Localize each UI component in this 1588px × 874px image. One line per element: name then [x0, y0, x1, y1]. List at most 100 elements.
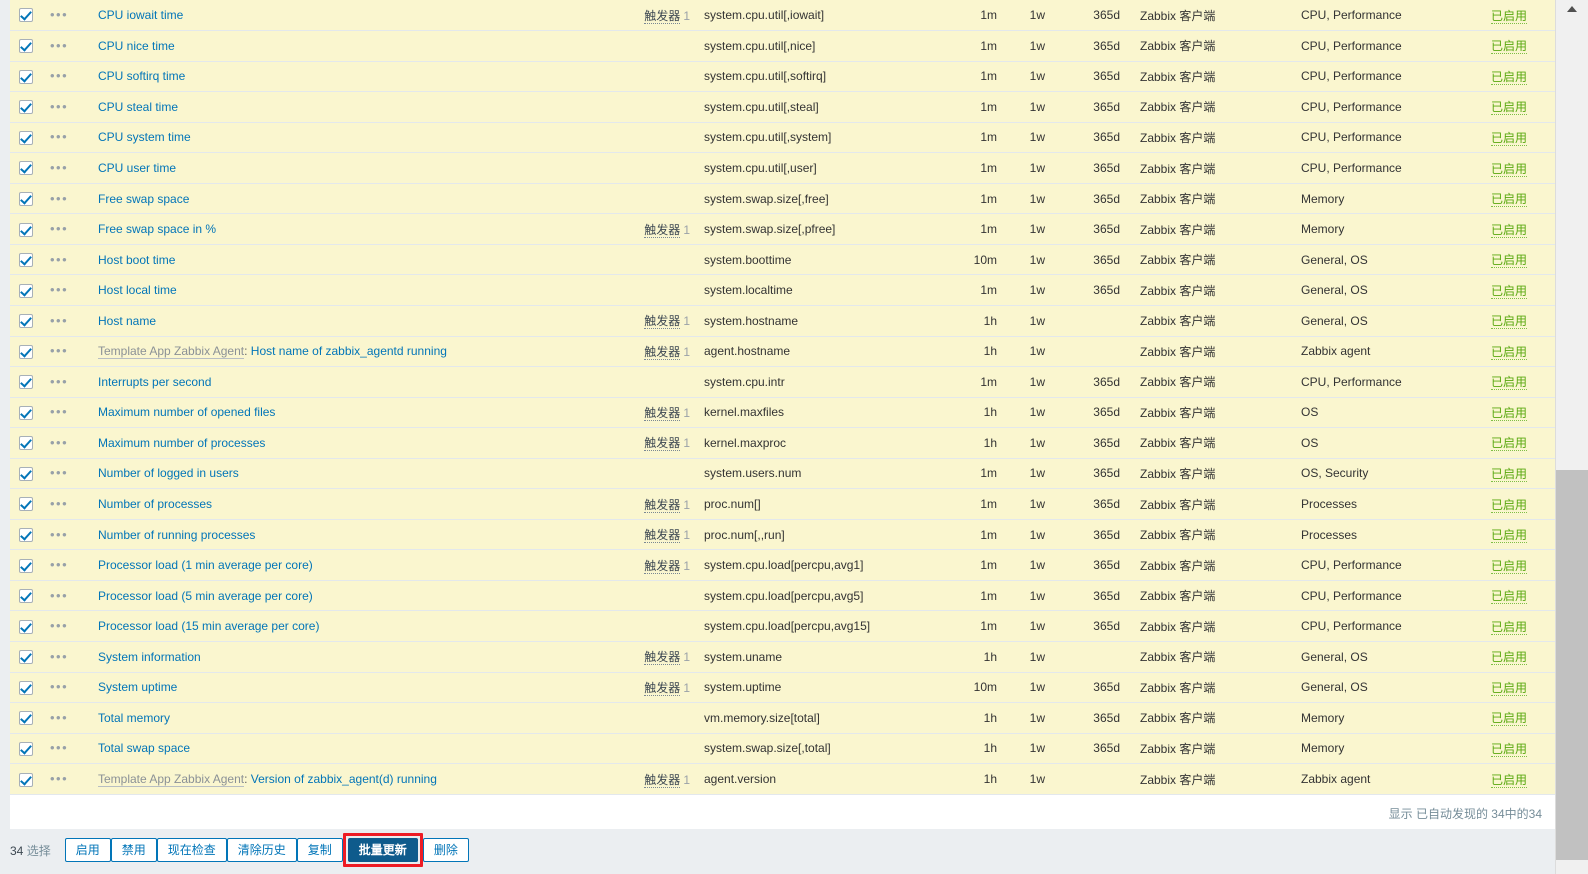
row-context-menu-icon[interactable]: •••: [50, 650, 68, 663]
item-name-link[interactable]: Interrupts per second: [98, 375, 211, 389]
triggers-link[interactable]: 触发器: [644, 772, 681, 788]
table-row[interactable]: ••• Host boot time system.boottime 10m 1w 365…: [10, 243, 1588, 275]
row-context-menu-icon[interactable]: •••: [50, 619, 68, 632]
row-checkbox[interactable]: [19, 314, 33, 329]
table-row[interactable]: ••• Template App Zabbix Agent: Version of…: [10, 763, 1588, 795]
row-checkbox[interactable]: [19, 253, 33, 268]
triggers-link[interactable]: 触发器: [644, 650, 681, 666]
row-checkbox[interactable]: [19, 69, 33, 84]
page-scrollbar[interactable]: [1555, 0, 1588, 874]
status-badge[interactable]: 已启用: [1491, 405, 1528, 421]
triggers-link[interactable]: 触发器: [644, 222, 681, 238]
triggers-link[interactable]: 触发器: [644, 8, 681, 24]
row-checkbox[interactable]: [19, 161, 33, 176]
item-name-link[interactable]: Maximum number of processes: [98, 436, 265, 450]
item-name-link[interactable]: Version of zabbix_agent(d) running: [251, 772, 437, 786]
status-badge[interactable]: 已启用: [1491, 680, 1528, 696]
item-name-link[interactable]: Host name: [98, 314, 156, 328]
status-badge[interactable]: 已启用: [1491, 161, 1528, 177]
status-badge[interactable]: 已启用: [1491, 39, 1528, 55]
item-name-link[interactable]: CPU iowait time: [98, 8, 183, 22]
bulk-button-4[interactable]: 复制: [296, 838, 343, 862]
row-context-menu-icon[interactable]: •••: [50, 528, 68, 541]
row-context-menu-icon[interactable]: •••: [50, 405, 68, 418]
row-checkbox[interactable]: [19, 8, 33, 23]
bulk-button-2[interactable]: 现在检查: [156, 838, 227, 862]
row-context-menu-icon[interactable]: •••: [50, 253, 68, 266]
status-badge[interactable]: 已启用: [1491, 711, 1528, 727]
bulk-button-1[interactable]: 禁用: [110, 838, 157, 862]
row-context-menu-icon[interactable]: •••: [50, 161, 68, 174]
row-context-menu-icon[interactable]: •••: [50, 314, 68, 327]
table-row[interactable]: ••• Free swap space in % 触发器 1 system.swap.s…: [10, 213, 1588, 245]
status-badge[interactable]: 已启用: [1491, 192, 1528, 208]
table-row[interactable]: ••• CPU softirq time system.cpu.util[,soft…: [10, 60, 1588, 92]
row-checkbox[interactable]: [19, 100, 33, 115]
item-name-link[interactable]: Maximum number of opened files: [98, 405, 275, 419]
item-name-link[interactable]: CPU system time: [98, 130, 191, 144]
triggers-link[interactable]: 触发器: [644, 680, 681, 696]
row-context-menu-icon[interactable]: •••: [50, 222, 68, 235]
item-name-link[interactable]: Host local time: [98, 283, 177, 297]
status-badge[interactable]: 已启用: [1491, 589, 1528, 605]
status-badge[interactable]: 已启用: [1491, 222, 1528, 238]
row-checkbox[interactable]: [19, 650, 33, 665]
row-context-menu-icon[interactable]: •••: [50, 100, 68, 113]
status-badge[interactable]: 已启用: [1491, 436, 1528, 452]
row-context-menu-icon[interactable]: •••: [50, 69, 68, 82]
triggers-link[interactable]: 触发器: [644, 344, 681, 360]
item-name-link[interactable]: System uptime: [98, 680, 177, 694]
row-context-menu-icon[interactable]: •••: [50, 8, 68, 21]
item-name-link[interactable]: Number of processes: [98, 497, 212, 511]
row-context-menu-icon[interactable]: •••: [50, 192, 68, 205]
row-context-menu-icon[interactable]: •••: [50, 375, 68, 388]
item-name-link[interactable]: System information: [98, 650, 201, 664]
row-checkbox[interactable]: [19, 711, 33, 726]
row-checkbox[interactable]: [19, 558, 33, 573]
bulk-button-6[interactable]: 删除: [422, 838, 469, 862]
row-context-menu-icon[interactable]: •••: [50, 130, 68, 143]
row-checkbox[interactable]: [19, 589, 33, 604]
bulk-button-5[interactable]: 批量更新: [347, 838, 418, 862]
item-name-link[interactable]: Processor load (5 min average per core): [98, 589, 313, 603]
triggers-link[interactable]: 触发器: [644, 497, 681, 513]
item-name-link[interactable]: Total swap space: [98, 741, 190, 755]
row-checkbox[interactable]: [19, 436, 33, 451]
template-link[interactable]: Template App Zabbix Agent: [98, 344, 245, 360]
item-name-link[interactable]: Free swap space in %: [98, 222, 216, 236]
item-name-link[interactable]: Number of running processes: [98, 528, 255, 542]
status-badge[interactable]: 已启用: [1491, 741, 1528, 757]
item-name-link[interactable]: CPU nice time: [98, 39, 175, 53]
status-badge[interactable]: 已启用: [1491, 466, 1528, 482]
row-context-menu-icon[interactable]: •••: [50, 466, 68, 479]
item-name-link[interactable]: CPU steal time: [98, 100, 178, 114]
table-row[interactable]: ••• CPU user time system.cpu.util[,user] 1m…: [10, 152, 1588, 184]
row-checkbox[interactable]: [19, 680, 33, 695]
template-link[interactable]: Template App Zabbix Agent: [98, 772, 245, 788]
scrollbar-thumb[interactable]: [1556, 470, 1588, 860]
row-context-menu-icon[interactable]: •••: [50, 772, 68, 785]
scroll-up-arrow-icon[interactable]: [1556, 0, 1588, 18]
row-checkbox[interactable]: [19, 130, 33, 145]
row-checkbox[interactable]: [19, 191, 33, 206]
row-context-menu-icon[interactable]: •••: [50, 680, 68, 693]
row-checkbox[interactable]: [19, 466, 33, 481]
row-context-menu-icon[interactable]: •••: [50, 344, 68, 357]
triggers-link[interactable]: 触发器: [644, 314, 681, 330]
table-row[interactable]: ••• Number of running processes 触发器 1 proc.n…: [10, 518, 1588, 550]
row-context-menu-icon[interactable]: •••: [50, 558, 68, 571]
item-name-link[interactable]: Total memory: [98, 711, 170, 725]
table-row[interactable]: ••• CPU system time system.cpu.util[,syste…: [10, 121, 1588, 153]
table-row[interactable]: ••• CPU nice time system.cpu.util[,nice] 1m…: [10, 30, 1588, 62]
table-row[interactable]: ••• Number of processes 触发器 1 proc.num[] 1m 1w…: [10, 488, 1588, 520]
item-name-link[interactable]: CPU softirq time: [98, 69, 185, 83]
row-checkbox[interactable]: [19, 741, 33, 756]
row-context-menu-icon[interactable]: •••: [50, 39, 68, 52]
status-badge[interactable]: 已启用: [1491, 528, 1528, 544]
table-row[interactable]: ••• Total swap space system.swap.size[,tot…: [10, 732, 1588, 764]
item-name-link[interactable]: Host name of zabbix_agentd running: [251, 344, 447, 358]
status-badge[interactable]: 已启用: [1491, 100, 1528, 116]
item-name-link[interactable]: Processor load (15 min average per core): [98, 619, 319, 633]
status-badge[interactable]: 已启用: [1491, 8, 1528, 24]
status-badge[interactable]: 已启用: [1491, 314, 1528, 330]
